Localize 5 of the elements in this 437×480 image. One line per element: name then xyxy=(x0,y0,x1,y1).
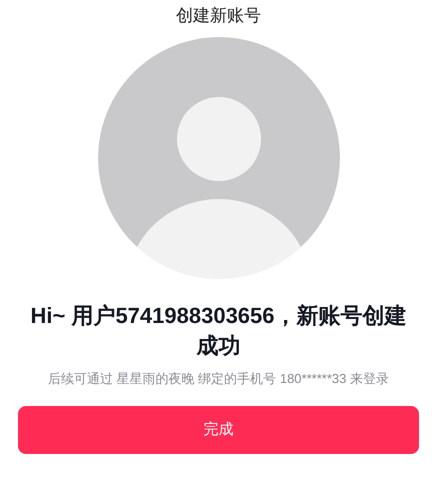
login-hint: 后续可通过 星星雨的夜晚 绑定的手机号 180******33 来登录 xyxy=(48,370,389,388)
success-headline: Hi~ 用户5741988303656，新账号创建成功 xyxy=(29,302,408,360)
page-title: 创建新账号 xyxy=(176,5,261,27)
avatar-icon xyxy=(98,36,340,278)
done-button[interactable]: 完成 xyxy=(18,406,419,454)
